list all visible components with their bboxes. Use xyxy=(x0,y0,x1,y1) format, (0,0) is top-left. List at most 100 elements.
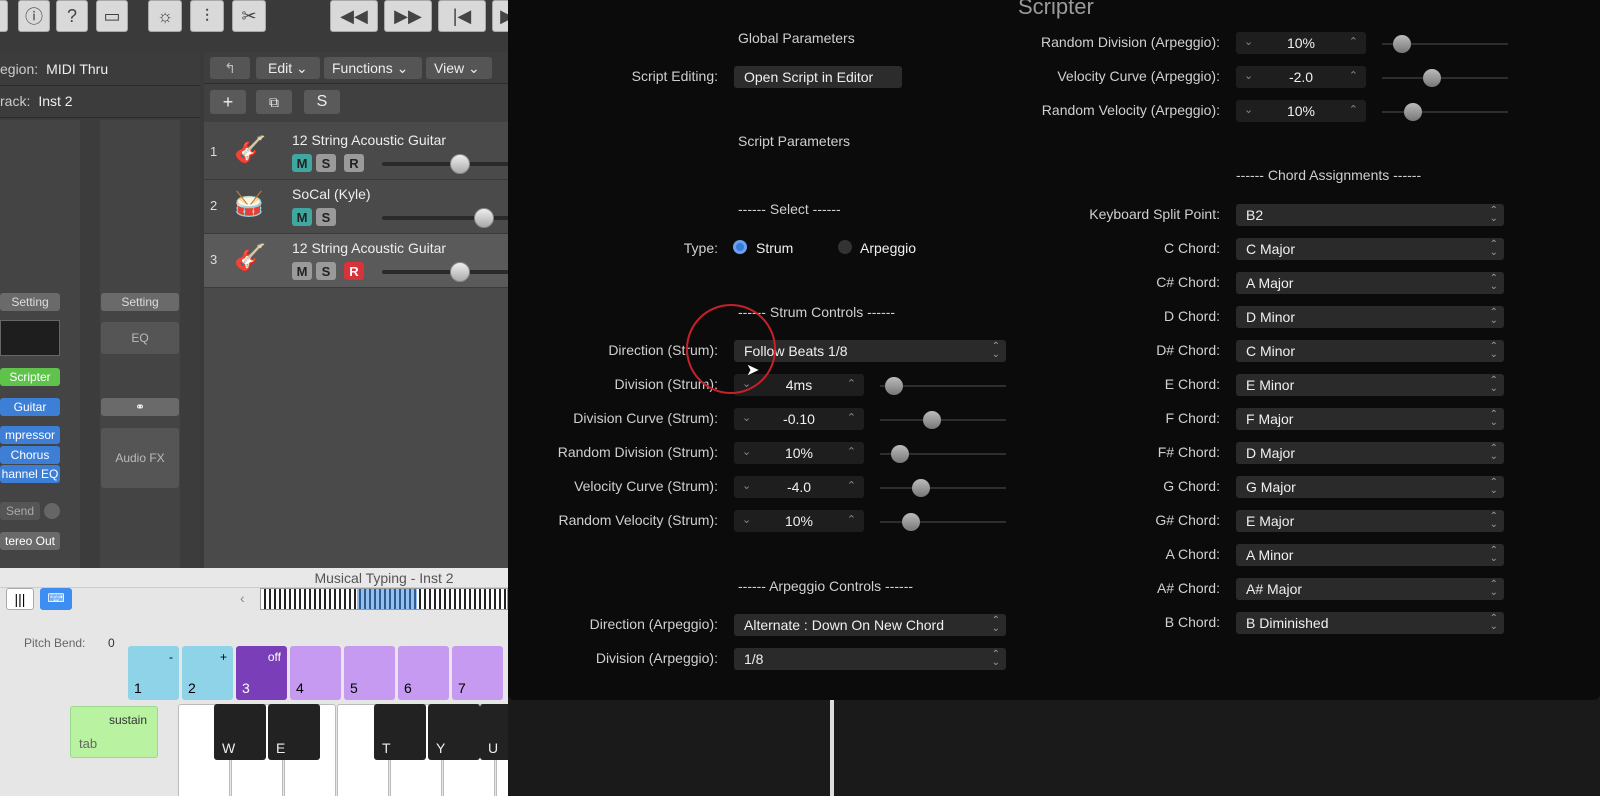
track-row[interactable]: 1 🎸 12 String Acoustic Guitar M S R xyxy=(204,126,508,180)
to-start-icon[interactable]: |◀ xyxy=(438,0,486,32)
mute-button[interactable]: M xyxy=(292,154,312,172)
pad-2[interactable]: 2 + xyxy=(182,646,233,700)
edit-menu[interactable]: Edit ⌄ xyxy=(256,57,320,79)
increment-icon[interactable]: ⌃ xyxy=(847,513,856,526)
slider-knob[interactable] xyxy=(890,445,909,463)
param-slider[interactable] xyxy=(880,479,1006,497)
keyboard-range-highlight[interactable] xyxy=(357,589,417,609)
chord-select[interactable]: C Minor ⌃ ⌄ xyxy=(1236,340,1504,362)
increment-icon[interactable]: ⌃ xyxy=(847,411,856,424)
chorus-slot[interactable]: Chorus xyxy=(0,446,60,464)
audio-fx-slot[interactable]: Audio FX xyxy=(101,428,179,488)
param-stepper[interactable]: ⌄ 10% ⌃ xyxy=(1236,32,1366,54)
increment-icon[interactable]: ⌃ xyxy=(847,479,856,492)
track-row[interactable]: rack: Inst 2 xyxy=(0,84,200,118)
play-icon[interactable]: ▶ xyxy=(492,0,508,32)
black-key-w[interactable]: W xyxy=(214,704,266,760)
increment-icon[interactable]: ⌃ xyxy=(1349,103,1358,116)
mute-button[interactable]: M xyxy=(292,208,312,226)
forward-icon[interactable]: ▶▶ xyxy=(384,0,432,32)
pad-4[interactable]: 4 xyxy=(290,646,341,700)
back-arrow-icon[interactable]: ↰ xyxy=(210,57,250,79)
setting-button-2[interactable]: Setting xyxy=(101,293,179,311)
track-row[interactable]: 3 🎸 12 String Acoustic Guitar M S R xyxy=(204,234,508,288)
volume-slider[interactable] xyxy=(382,154,508,174)
mute-button[interactable]: M xyxy=(292,262,312,280)
volume-knob[interactable] xyxy=(450,262,471,282)
setting-button-1[interactable]: Setting xyxy=(0,293,60,311)
arpeggio-radio[interactable] xyxy=(838,240,852,254)
param-slider[interactable] xyxy=(1382,69,1508,87)
pad-1[interactable]: 1- xyxy=(128,646,179,700)
rewind-icon[interactable]: ◀◀ xyxy=(330,0,378,32)
chord-select[interactable]: A Major ⌃ ⌄ xyxy=(1236,272,1504,294)
chord-select[interactable]: E Major ⌃ ⌄ xyxy=(1236,510,1504,532)
chord-select[interactable]: E Minor ⌃ ⌄ xyxy=(1236,374,1504,396)
inbox-icon[interactable]: ▭ xyxy=(96,0,128,32)
compressor-slot[interactable]: mpressor xyxy=(0,426,60,444)
solo-button[interactable]: S xyxy=(316,262,336,280)
help-icon[interactable]: ? xyxy=(56,0,88,32)
volume-slider[interactable] xyxy=(382,262,508,282)
slider-knob[interactable] xyxy=(1392,35,1411,53)
eq-thumbnail[interactable] xyxy=(0,320,60,356)
solo-button[interactable]: S xyxy=(316,154,336,172)
send-slot[interactable]: Send xyxy=(0,502,40,520)
chord-select[interactable]: B Diminished ⌃ ⌄ xyxy=(1236,612,1504,634)
record-button[interactable]: R xyxy=(344,154,364,172)
piano-mode-icon[interactable]: ||| xyxy=(6,588,34,610)
increment-icon[interactable]: ⌃ xyxy=(1349,69,1358,82)
volume-knob[interactable] xyxy=(474,208,495,228)
track-row[interactable]: 2 🥁 SoCal (Kyle) M S xyxy=(204,180,508,234)
chord-select[interactable]: G Major ⌃ ⌄ xyxy=(1236,476,1504,498)
info-icon[interactable]: ⓘ xyxy=(18,0,50,32)
param-slider[interactable] xyxy=(880,513,1006,531)
split-point-select[interactable]: B2 ⌃ ⌄ xyxy=(1236,204,1504,226)
slider-knob[interactable] xyxy=(1423,69,1442,87)
strum-radio[interactable] xyxy=(733,240,747,254)
increment-icon[interactable]: ⌃ xyxy=(1349,35,1358,48)
solo-button[interactable]: S xyxy=(316,208,336,226)
slider-knob[interactable] xyxy=(923,411,942,429)
scripter-slot[interactable]: Scripter xyxy=(0,368,60,386)
view-menu[interactable]: View ⌄ xyxy=(426,57,492,79)
instrument-slot[interactable]: Guitar xyxy=(0,398,60,416)
pad-6[interactable]: 6 xyxy=(398,646,449,700)
solo-global-button[interactable]: S xyxy=(304,90,340,114)
smart-controls-icon[interactable]: ☼ xyxy=(148,0,182,32)
link-icon[interactable]: ⚭ xyxy=(101,398,179,416)
chord-select[interactable]: D Minor ⌃ ⌄ xyxy=(1236,306,1504,328)
increment-icon[interactable]: ⌃ xyxy=(847,377,856,390)
slider-knob[interactable] xyxy=(885,377,904,395)
param-slider[interactable] xyxy=(880,411,1006,429)
chord-select[interactable]: F Major ⌃ ⌄ xyxy=(1236,408,1504,430)
mixer-icon[interactable]: ⫶ xyxy=(190,0,224,32)
param-slider[interactable] xyxy=(1382,35,1508,53)
black-key-e[interactable]: E xyxy=(268,704,320,760)
output-slot[interactable]: tereo Out xyxy=(0,532,60,550)
param-stepper[interactable]: ⌄ -4.0 ⌃ xyxy=(734,476,864,498)
chord-select[interactable]: A# Major ⌃ ⌄ xyxy=(1236,578,1504,600)
pad-5[interactable]: 5 xyxy=(344,646,395,700)
record-button[interactable]: R xyxy=(344,262,364,280)
add-track-button[interactable]: + xyxy=(210,90,246,114)
chord-select[interactable]: A Minor ⌃ ⌄ xyxy=(1236,544,1504,566)
param-stepper[interactable]: ⌄ -2.0 ⌃ xyxy=(1236,66,1366,88)
pad-3[interactable]: 3 off xyxy=(236,646,287,700)
param-stepper[interactable]: ⌄ 10% ⌃ xyxy=(1236,100,1366,122)
param-slider[interactable] xyxy=(1382,103,1508,121)
param-slider[interactable] xyxy=(880,445,1006,463)
typing-mode-icon[interactable]: ⌨ xyxy=(40,588,72,610)
octave-left-icon[interactable]: ‹ xyxy=(240,590,245,606)
channel-eq-slot[interactable]: hannel EQ xyxy=(0,465,60,483)
black-key-y[interactable]: Y xyxy=(428,704,480,760)
slider-knob[interactable] xyxy=(912,479,931,497)
keyboard-range-strip[interactable] xyxy=(260,588,508,610)
param-stepper[interactable]: ⌄ -0.10 ⌃ xyxy=(734,408,864,430)
slider-knob[interactable] xyxy=(901,513,920,531)
volume-slider[interactable] xyxy=(382,208,508,228)
pad-7[interactable]: 7 xyxy=(452,646,503,700)
eq-slot[interactable]: EQ xyxy=(101,322,179,354)
send-knob[interactable] xyxy=(44,503,60,519)
duplicate-track-icon[interactable]: ⧉ xyxy=(256,90,292,114)
